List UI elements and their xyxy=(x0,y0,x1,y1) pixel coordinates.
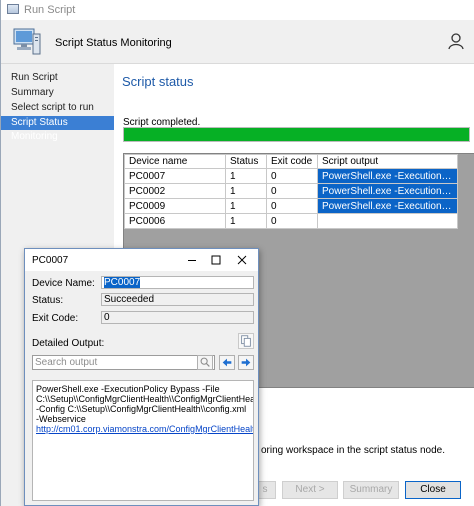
person-icon[interactable] xyxy=(447,32,465,50)
popup-title: PC0007 xyxy=(32,255,69,266)
detailed-output-box[interactable]: PowerShell.exe -ExecutionPolicy Bypass -… xyxy=(32,380,254,501)
summary-button[interactable]: Summary xyxy=(343,481,399,499)
device-detail-window: PC0007 Device Name: PC0007 Status: Succe… xyxy=(24,248,259,506)
results-table: Device name Status Exit code Script outp… xyxy=(124,154,458,229)
progress-fill xyxy=(124,128,469,141)
output-text: PowerShell.exe -ExecutionPolicy Bypass -… xyxy=(36,384,253,424)
cell-exit-code: 0 xyxy=(266,213,318,229)
info-text: oring workspace in the script status nod… xyxy=(261,445,445,456)
table-row[interactable]: PC0009 1 0 PowerShell.exe -ExecutionPoli… xyxy=(124,198,458,214)
wizard-header: Script Status Monitoring xyxy=(1,20,474,64)
device-name-field[interactable]: PC0007 xyxy=(101,276,254,289)
search-output-input[interactable] xyxy=(32,355,215,370)
window-title: Run Script xyxy=(24,4,76,16)
page-title: Script Status Monitoring xyxy=(55,37,172,49)
cell-device-name: PC0007 xyxy=(124,168,226,184)
nav-item-summary[interactable]: Summary xyxy=(1,86,114,100)
cell-script-output xyxy=(317,213,458,229)
cell-status: 1 xyxy=(225,213,267,229)
cell-script-output: PowerShell.exe -ExecutionPolicy Bypass..… xyxy=(317,183,458,199)
cell-status: 1 xyxy=(225,168,267,184)
status-field[interactable]: Succeeded xyxy=(101,293,254,306)
column-header-device-name[interactable]: Device name xyxy=(124,154,226,169)
cell-exit-code: 0 xyxy=(266,183,318,199)
nav-item-script-status-monitoring[interactable]: Script Status Monitoring xyxy=(1,116,114,142)
cell-device-name: PC0006 xyxy=(124,213,226,229)
nav-item-select-script[interactable]: Select script to run xyxy=(1,101,114,115)
arrow-left-icon[interactable] xyxy=(219,355,235,370)
status-label: Status: xyxy=(32,295,64,306)
minimize-icon[interactable] xyxy=(183,251,201,269)
cell-exit-code: 0 xyxy=(266,198,318,214)
device-name-value: PC0007 xyxy=(104,277,141,288)
search-icon[interactable] xyxy=(197,355,213,370)
table-header-row: Device name Status Exit code Script outp… xyxy=(124,154,458,169)
table-row[interactable]: PC0006 1 0 xyxy=(124,213,458,229)
window-icon xyxy=(7,4,19,14)
close-icon[interactable] xyxy=(233,251,251,269)
exit-code-label: Exit Code: xyxy=(32,313,79,324)
arrow-right-icon[interactable] xyxy=(238,355,254,370)
section-heading: Script status xyxy=(122,74,194,89)
output-link[interactable]: http://cm01.corp.viamonstra.com/ConfigMg… xyxy=(36,424,253,434)
exit-code-field[interactable]: 0 xyxy=(101,311,254,324)
detailed-output-label: Detailed Output: xyxy=(32,338,105,349)
table-row[interactable]: PC0007 1 0 PowerShell.exe -ExecutionPoli… xyxy=(124,168,458,184)
nav-item-run-script[interactable]: Run Script xyxy=(1,71,114,85)
cell-script-output: PowerShell.exe -ExecutionPolicy Bypass..… xyxy=(317,168,458,184)
close-button[interactable]: Close xyxy=(405,481,461,499)
popup-title-bar: PC0007 xyxy=(25,249,258,271)
cell-device-name: PC0002 xyxy=(124,183,226,199)
column-header-script-output[interactable]: Script output xyxy=(317,154,458,169)
cell-device-name: PC0009 xyxy=(124,198,226,214)
title-bar: Run Script xyxy=(1,0,474,20)
maximize-icon[interactable] xyxy=(207,251,225,269)
table-row[interactable]: PC0002 1 0 PowerShell.exe -ExecutionPoli… xyxy=(124,183,458,199)
cell-status: 1 xyxy=(225,198,267,214)
device-name-label: Device Name: xyxy=(32,278,95,289)
copy-icon[interactable] xyxy=(238,333,254,349)
column-header-status[interactable]: Status xyxy=(225,154,267,169)
cell-status: 1 xyxy=(225,183,267,199)
cell-exit-code: 0 xyxy=(266,168,318,184)
progress-bar xyxy=(123,127,470,142)
computer-icon xyxy=(13,28,41,55)
column-header-exit-code[interactable]: Exit code xyxy=(266,154,318,169)
next-button[interactable]: Next > xyxy=(282,481,338,499)
cell-script-output: PowerShell.exe -ExecutionPolicy Bypass..… xyxy=(317,198,458,214)
